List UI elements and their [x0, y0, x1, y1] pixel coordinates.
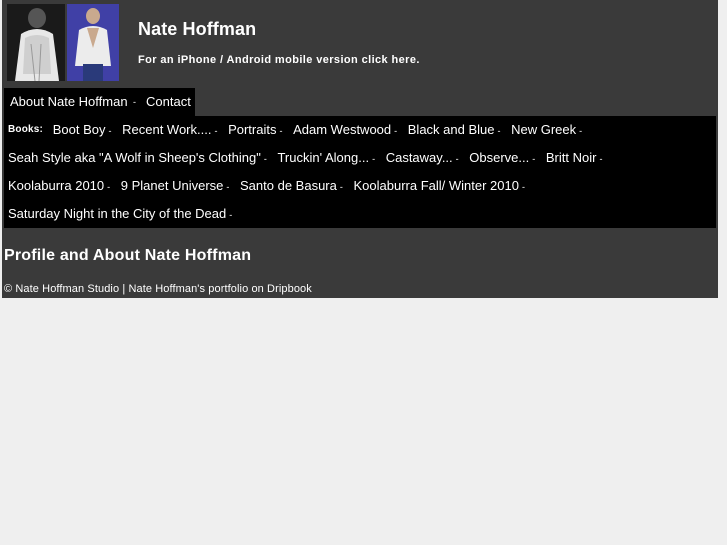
- books-row-1: Books: Boot Boy - Recent Work.... - Portra…: [8, 122, 589, 138]
- book-separator: -: [279, 126, 283, 136]
- books-row-2: Seah Style aka "A Wolf in Sheep's Clothi…: [8, 150, 609, 166]
- book-separator: -: [579, 126, 583, 136]
- books-row-3: Koolaburra 2010- 9 Planet Universe - Sant…: [8, 178, 532, 194]
- book-separator: -: [599, 154, 603, 164]
- book-link[interactable]: Portraits: [228, 122, 276, 137]
- portrait-image: [67, 4, 119, 81]
- nav-item-about[interactable]: About Nate Hoffman: [10, 94, 128, 109]
- book-link[interactable]: Saturday Night in the City of the Dead: [8, 206, 226, 221]
- portrait-image: [7, 4, 65, 81]
- book-link[interactable]: Santo de Basura: [240, 178, 337, 193]
- page-container: Nate Hoffman For an iPhone / Android mob…: [2, 0, 718, 298]
- header-thumbnails[interactable]: [7, 4, 119, 81]
- book-separator: -: [226, 182, 230, 192]
- book-link[interactable]: Adam Westwood: [293, 122, 391, 137]
- site-title: Nate Hoffman: [138, 19, 257, 39]
- book-link[interactable]: Truckin' Along...: [277, 150, 369, 165]
- book-link[interactable]: Koolaburra 2010: [8, 178, 104, 193]
- mobile-version-link[interactable]: For an iPhone / Android mobile version c…: [138, 54, 420, 66]
- book-separator: -: [532, 154, 536, 164]
- book-separator: -: [214, 126, 218, 136]
- book-separator: -: [521, 182, 525, 192]
- page-heading: Profile and About Nate Hoffman: [4, 247, 252, 264]
- book-separator: -: [455, 154, 459, 164]
- book-link[interactable]: Koolaburra Fall/ Winter 2010: [354, 178, 519, 193]
- book-link[interactable]: Boot Boy: [53, 122, 106, 137]
- thumbnail-image-1[interactable]: [7, 4, 65, 81]
- books-label: Books:: [8, 124, 44, 135]
- book-link[interactable]: 9 Planet Universe: [121, 178, 224, 193]
- book-link[interactable]: Black and Blue: [408, 122, 495, 137]
- book-separator: -: [229, 210, 233, 220]
- book-link[interactable]: Seah Style aka "A Wolf in Sheep's Clothi…: [8, 150, 261, 165]
- book-link[interactable]: Recent Work....: [122, 122, 211, 137]
- book-separator: -: [339, 182, 343, 192]
- top-nav: About Nate Hoffman - Contact: [4, 88, 195, 116]
- footer-text: © Nate Hoffman Studio | Nate Hoffman's p…: [4, 283, 312, 295]
- book-link[interactable]: Observe...: [469, 150, 529, 165]
- book-separator: -: [497, 126, 501, 136]
- thumbnail-image-2[interactable]: [67, 4, 119, 81]
- book-separator: -: [394, 126, 398, 136]
- book-separator: -: [372, 154, 376, 164]
- nav-separator: -: [133, 97, 136, 107]
- book-link[interactable]: Britt Noir: [546, 150, 597, 165]
- book-separator: -: [107, 182, 111, 192]
- book-link[interactable]: Castaway...: [386, 150, 453, 165]
- books-nav: Books: Boot Boy - Recent Work.... - Portra…: [4, 116, 716, 228]
- books-row-4: Saturday Night in the City of the Dead -: [8, 206, 239, 222]
- book-separator: -: [108, 126, 112, 136]
- book-separator: -: [263, 154, 267, 164]
- nav-item-contact[interactable]: Contact: [146, 94, 191, 109]
- book-link[interactable]: New Greek: [511, 122, 576, 137]
